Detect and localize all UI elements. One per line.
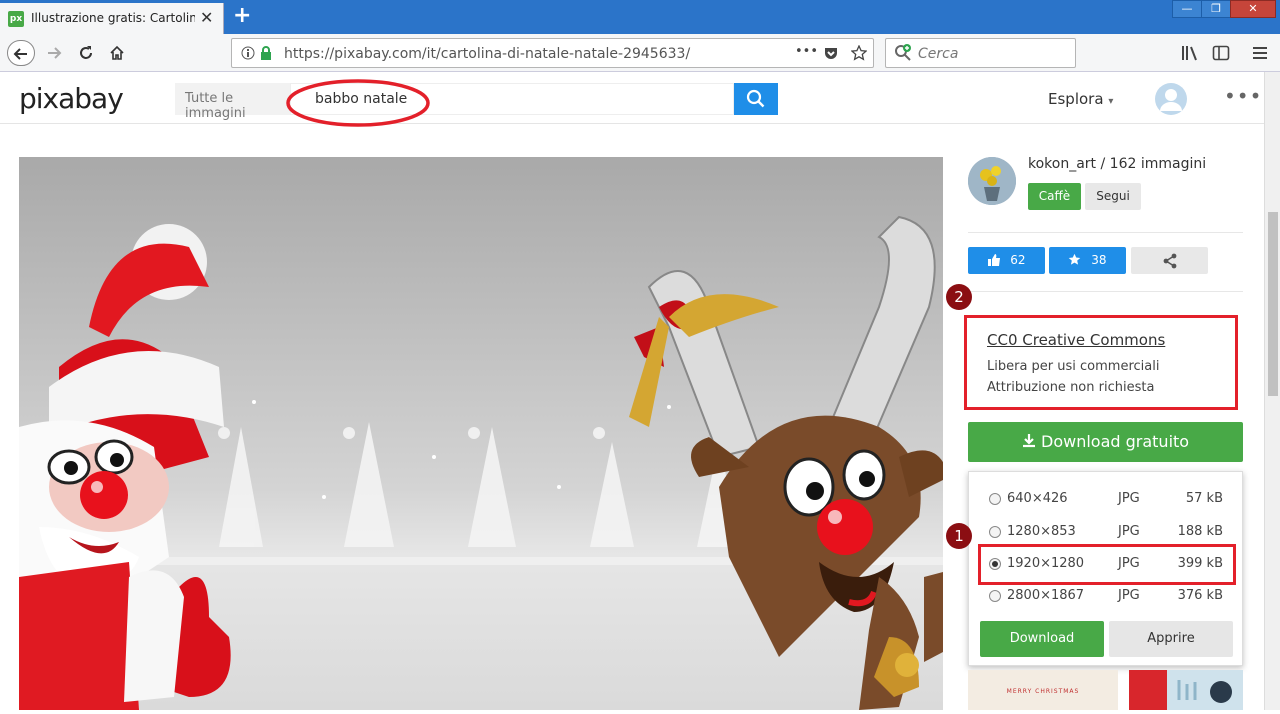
annotation-highlight-box <box>978 544 1236 585</box>
license-line: Libera per usi commerciali <box>987 359 1160 374</box>
flowers-thumbnail-icon <box>968 157 1016 205</box>
image-artwork <box>19 157 943 710</box>
related-images: MERRY CHRISTMAS <box>968 670 1243 710</box>
site-search-button[interactable] <box>734 83 778 115</box>
library-icon[interactable] <box>1181 44 1199 62</box>
license-box: CC0 Creative Commons Libera per usi comm… <box>964 315 1238 410</box>
browser-search-field[interactable]: Cerca <box>885 38 1076 68</box>
license-link[interactable]: CC0 Creative Commons <box>987 331 1165 349</box>
size-radio[interactable] <box>989 526 1001 538</box>
reload-icon <box>80 46 92 59</box>
back-button[interactable] <box>7 40 35 66</box>
free-download-label: Download gratuito <box>1041 432 1190 451</box>
author-avatar[interactable] <box>968 157 1016 205</box>
size-format: JPG <box>1118 524 1140 539</box>
close-window-button[interactable]: ✕ <box>1230 0 1276 18</box>
home-button[interactable] <box>103 40 131 66</box>
chevron-down-icon: ▾ <box>1108 96 1114 107</box>
explore-menu[interactable]: Esplora ▾ <box>1048 90 1113 108</box>
image-type-filter[interactable]: Tutte le immagini <box>175 83 290 121</box>
size-dimensions: 1280×853 <box>1007 524 1076 539</box>
license-line: Attribuzione non richiesta <box>987 380 1155 395</box>
size-filesize: 188 kB <box>1177 524 1223 539</box>
size-option-row[interactable]: 640×426 JPG 57 kB <box>969 483 1244 515</box>
download-icon <box>1022 434 1035 448</box>
image-sidebar: kokon_art / 162 immagini Caffè Segui 62 … <box>946 130 1243 710</box>
share-icon <box>1163 253 1177 269</box>
reload-button[interactable] <box>72 40 100 66</box>
scrollbar-thumb[interactable] <box>1268 212 1278 396</box>
pocket-icon[interactable] <box>823 45 839 61</box>
browser-tab[interactable]: px Illustrazione gratis: Cartolina Di ✕ <box>0 3 224 34</box>
pixabay-favicon-icon: px <box>8 11 24 27</box>
explore-label: Esplora <box>1048 90 1104 108</box>
share-button[interactable] <box>1131 247 1208 274</box>
forward-arrow-icon <box>48 47 62 59</box>
thumbnail-artwork <box>1129 670 1232 710</box>
search-placeholder: Cerca <box>918 46 959 62</box>
size-dimensions: 2800×1867 <box>1007 588 1085 603</box>
thumbs-up-icon <box>988 254 1001 266</box>
search-icon <box>746 89 765 108</box>
annotation-ellipse <box>286 79 430 127</box>
window-titlebar: px Illustrazione gratis: Cartolina Di ✕ … <box>0 0 1280 34</box>
coffee-button[interactable]: Caffè <box>1028 183 1081 210</box>
follow-button[interactable]: Segui <box>1085 183 1141 210</box>
download-options-panel: 640×426 JPG 57 kB 1280×853 JPG 188 kB 19… <box>968 471 1243 666</box>
info-icon[interactable] <box>241 46 255 60</box>
size-radio[interactable] <box>989 493 1001 505</box>
annotation-badge: 1 <box>946 523 972 549</box>
person-icon <box>1160 89 1182 111</box>
search-engine-icon <box>895 44 911 61</box>
forward-button[interactable] <box>40 40 68 66</box>
christmas-card-image[interactable] <box>19 157 943 710</box>
size-format: JPG <box>1118 491 1140 506</box>
sidebar-toggle-icon[interactable] <box>1212 44 1230 62</box>
more-options-icon[interactable]: ••• <box>1224 84 1262 108</box>
close-tab-icon[interactable]: ✕ <box>200 8 213 27</box>
size-radio[interactable] <box>989 590 1001 602</box>
author-info[interactable]: kokon_art / 162 immagini <box>1028 156 1206 172</box>
address-bar[interactable]: https://pixabay.com/it/cartolina-di-nata… <box>231 38 874 68</box>
favorite-button[interactable]: 38 <box>1049 247 1126 274</box>
download-button[interactable]: Download <box>980 621 1104 657</box>
user-avatar-icon[interactable] <box>1155 83 1187 115</box>
home-icon <box>110 45 124 60</box>
back-arrow-icon <box>13 48 27 60</box>
bookmark-star-icon[interactable] <box>851 45 867 61</box>
tab-title: Illustrazione gratis: Cartolina Di <box>31 11 195 25</box>
annotation-badge: 2 <box>946 284 972 310</box>
page-scrollbar[interactable] <box>1264 72 1280 710</box>
site-header: pixabay Tutte le immagini babbo natale E… <box>0 72 1264 127</box>
favorite-count: 38 <box>1091 253 1107 267</box>
size-dimensions: 640×426 <box>1007 491 1068 506</box>
maximize-window-button[interactable]: ❐ <box>1201 0 1231 18</box>
size-format: JPG <box>1118 588 1140 603</box>
star-icon <box>1069 253 1081 265</box>
browser-toolbar: https://pixabay.com/it/cartolina-di-nata… <box>0 34 1280 72</box>
minimize-window-button[interactable]: — <box>1172 0 1202 18</box>
pixabay-logo[interactable]: pixabay <box>19 82 124 115</box>
like-count: 62 <box>1010 253 1026 267</box>
divider <box>968 232 1243 233</box>
lock-icon <box>261 46 271 60</box>
open-button[interactable]: Apprire <box>1109 621 1233 657</box>
page-actions-icon[interactable]: ••• <box>795 44 818 59</box>
url-text: https://pixabay.com/it/cartolina-di-nata… <box>284 46 691 62</box>
hamburger-menu-icon[interactable] <box>1251 44 1269 62</box>
like-button[interactable]: 62 <box>968 247 1045 274</box>
divider <box>968 291 1243 292</box>
related-image-thumbnail[interactable] <box>1129 670 1243 710</box>
size-filesize: 57 kB <box>1185 491 1223 506</box>
size-filesize: 376 kB <box>1177 588 1223 603</box>
new-tab-button[interactable]: + <box>233 3 251 28</box>
free-download-button[interactable]: Download gratuito <box>968 422 1243 462</box>
thumbnail-caption: MERRY CHRISTMAS <box>1006 688 1080 695</box>
related-image-thumbnail[interactable]: MERRY CHRISTMAS <box>968 670 1118 710</box>
